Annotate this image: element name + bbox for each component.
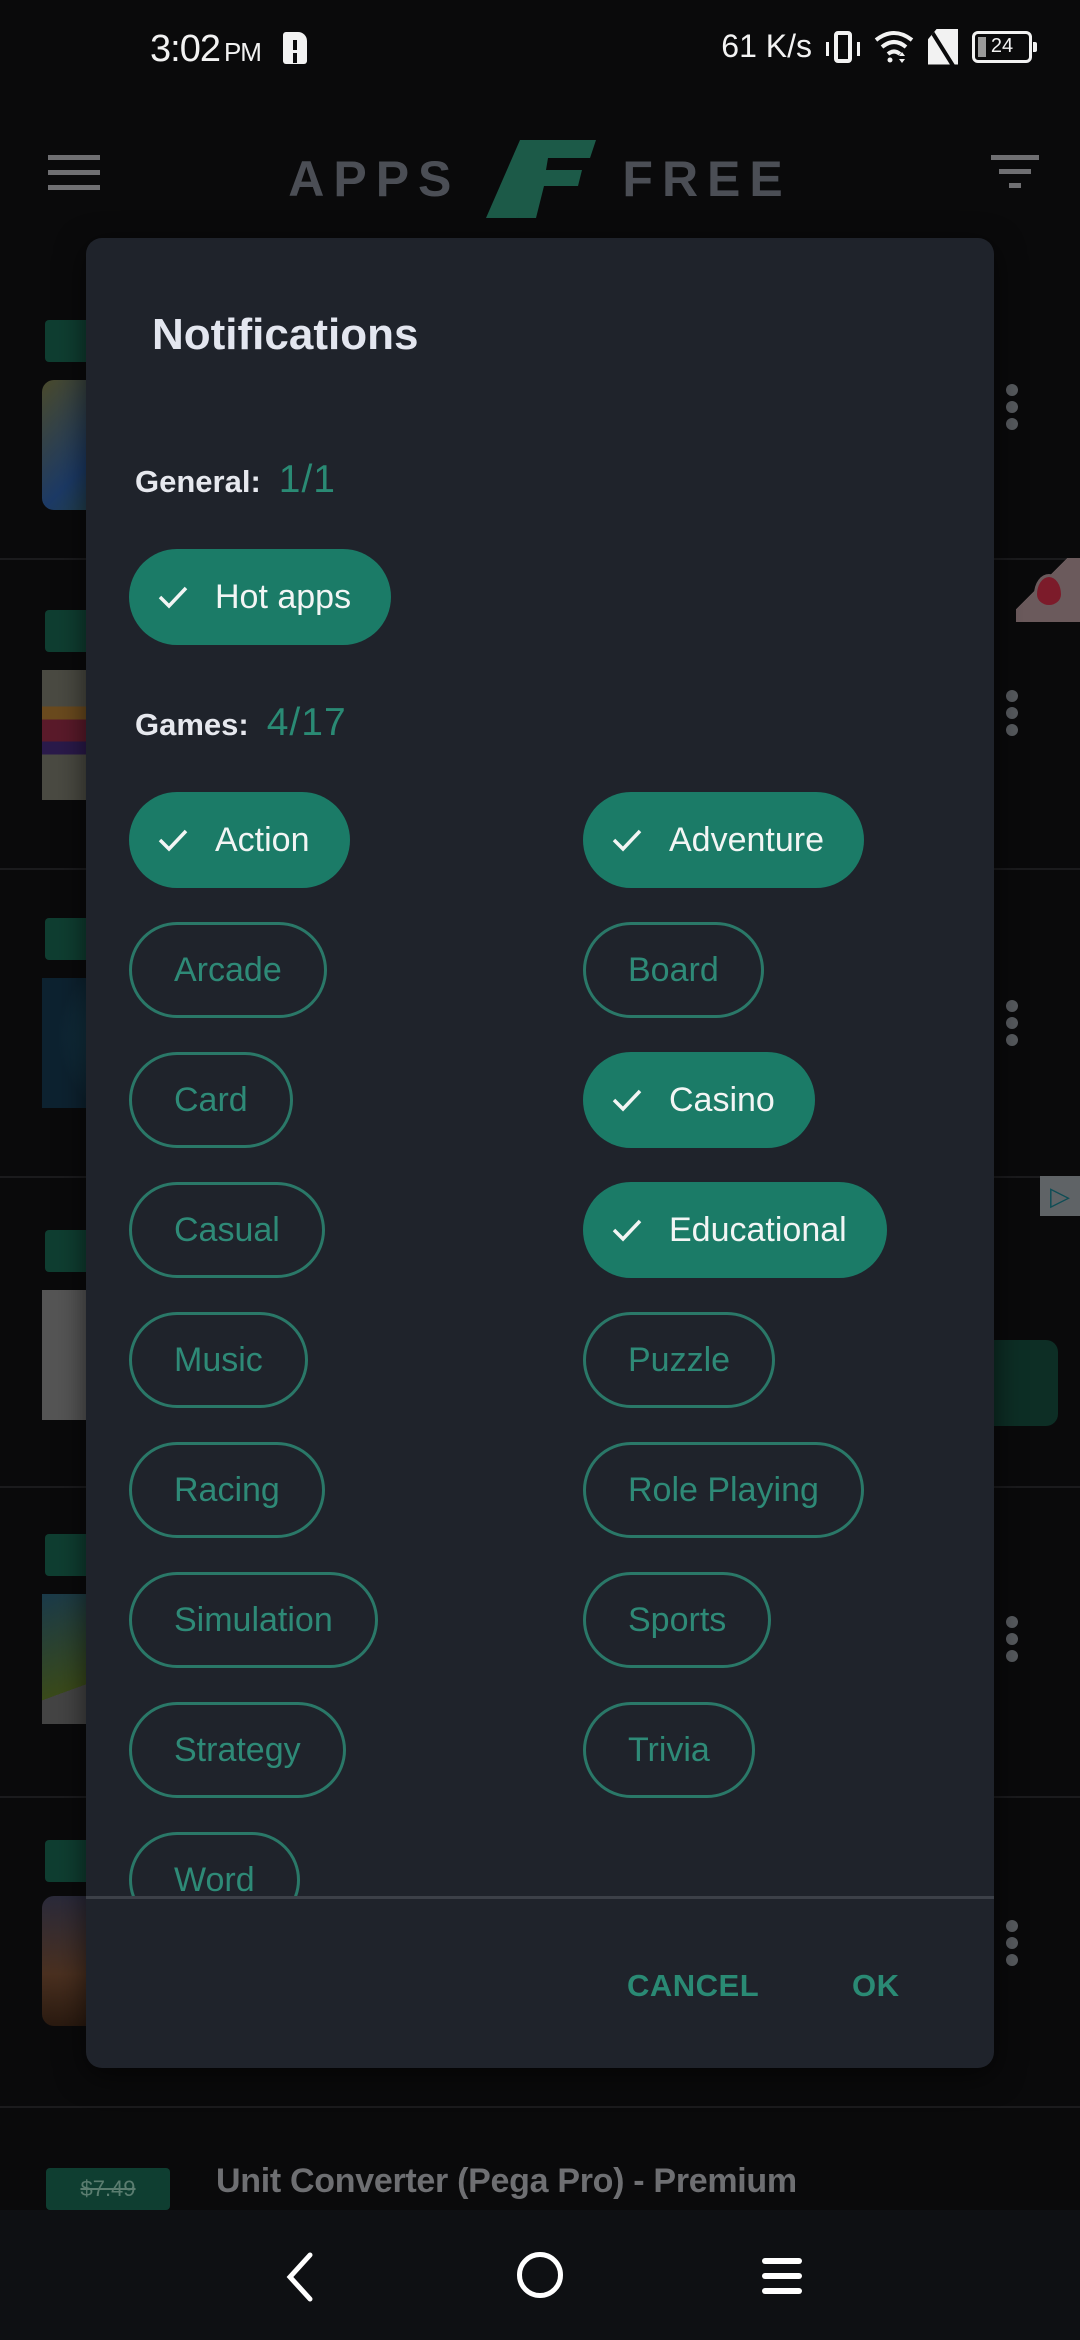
chip-word[interactable]: Word	[129, 1832, 300, 1896]
no-sim-icon	[928, 28, 958, 65]
section-label-games: Games: 4/17	[135, 701, 347, 744]
chip-racing[interactable]: Racing	[129, 1442, 325, 1538]
status-time: 3:02 PM	[150, 28, 262, 70]
app-logo: APPS FREE	[0, 140, 1080, 218]
more-options-icon[interactable]	[1004, 1000, 1020, 1050]
vibrate-icon	[826, 30, 860, 63]
chip-label: Action	[215, 820, 310, 859]
chip-label: Puzzle	[628, 1340, 731, 1379]
flame-icon	[1034, 574, 1064, 608]
price-tag: $7.49	[46, 2168, 170, 2210]
chip-role-playing[interactable]: Role Playing	[583, 1442, 864, 1538]
network-speed: 61 K/s	[721, 28, 812, 64]
app-bar: APPS FREE	[0, 110, 1080, 240]
ok-button[interactable]: OK	[844, 1958, 908, 2014]
chip-label: Board	[628, 950, 719, 989]
chip-label: Trivia	[628, 1730, 710, 1769]
check-icon	[609, 822, 645, 858]
chip-label: Simulation	[174, 1600, 333, 1639]
chip-adventure[interactable]: Adventure	[583, 792, 864, 888]
chip-label: Hot apps	[215, 577, 352, 616]
more-options-icon[interactable]	[1004, 1616, 1020, 1666]
chip-label: Racing	[174, 1470, 280, 1509]
ad-choices-icon[interactable]: ▷	[1040, 1176, 1080, 1216]
chip-label: Music	[174, 1340, 263, 1379]
section-label-general: General: 1/1	[135, 458, 336, 501]
more-options-icon[interactable]	[1004, 1920, 1020, 1970]
dialog-title: Notifications	[152, 310, 419, 359]
games-count: 4/17	[266, 701, 347, 744]
logo-mark-icon	[486, 140, 597, 218]
cancel-button[interactable]: CANCEL	[619, 1958, 767, 2014]
chip-casino[interactable]: Casino	[583, 1052, 815, 1148]
more-options-icon[interactable]	[1004, 384, 1020, 434]
chip-arcade[interactable]: Arcade	[129, 922, 327, 1018]
chip-music[interactable]: Music	[129, 1312, 308, 1408]
chip-hot-apps[interactable]: Hot apps	[129, 549, 392, 645]
background-install-button	[990, 1340, 1058, 1426]
battery-level: 24	[990, 35, 1014, 57]
home-icon[interactable]	[517, 2252, 563, 2298]
hot-badge	[1016, 558, 1080, 622]
status-bar: 3:02 PM 61 K/s 24	[0, 0, 1080, 100]
battery-icon: 24	[972, 30, 1037, 63]
check-icon	[155, 822, 191, 858]
chip-label: Casino	[669, 1080, 775, 1119]
chip-board[interactable]: Board	[583, 922, 764, 1018]
logo-text-left: APPS	[288, 151, 461, 207]
chip-label: Sports	[628, 1600, 727, 1639]
check-icon	[609, 1082, 645, 1118]
recents-icon[interactable]	[762, 2258, 802, 2294]
check-icon	[155, 579, 191, 615]
chip-trivia[interactable]: Trivia	[583, 1702, 755, 1798]
chip-puzzle[interactable]: Puzzle	[583, 1312, 776, 1408]
notifications-dialog: Notifications General: 1/1 Hot apps Games…	[86, 238, 994, 2068]
wifi-icon	[874, 30, 914, 64]
chip-label: Adventure	[669, 820, 824, 859]
chip-label: Strategy	[174, 1730, 301, 1769]
alert-icon	[283, 32, 307, 64]
dialog-scroll-area[interactable]: General: 1/1 Hot apps Games: 4/17 Action Ad…	[86, 418, 994, 1896]
chip-sports[interactable]: Sports	[583, 1572, 772, 1668]
back-icon[interactable]	[280, 2252, 320, 2302]
logo-text-right: FREE	[622, 151, 792, 207]
filter-icon[interactable]	[990, 155, 1040, 195]
dialog-divider	[86, 1896, 994, 1899]
chip-label: Educational	[669, 1210, 847, 1249]
chip-label: Card	[174, 1080, 248, 1119]
chip-educational[interactable]: Educational	[583, 1182, 887, 1278]
more-options-icon[interactable]	[1004, 690, 1020, 740]
chip-simulation[interactable]: Simulation	[129, 1572, 378, 1668]
system-nav-bar	[0, 2210, 1080, 2340]
chip-action[interactable]: Action	[129, 792, 350, 888]
chip-label: Casual	[174, 1210, 280, 1249]
check-icon	[609, 1212, 645, 1248]
app-title: Unit Converter (Pega Pro) - Premium	[216, 2162, 797, 2200]
chip-label: Word	[174, 1860, 255, 1897]
chip-label: Role Playing	[628, 1470, 819, 1509]
chip-strategy[interactable]: Strategy	[129, 1702, 346, 1798]
chip-label: Arcade	[174, 950, 282, 989]
chip-card[interactable]: Card	[129, 1052, 293, 1148]
chip-casual[interactable]: Casual	[129, 1182, 325, 1278]
general-count: 1/1	[278, 458, 336, 501]
